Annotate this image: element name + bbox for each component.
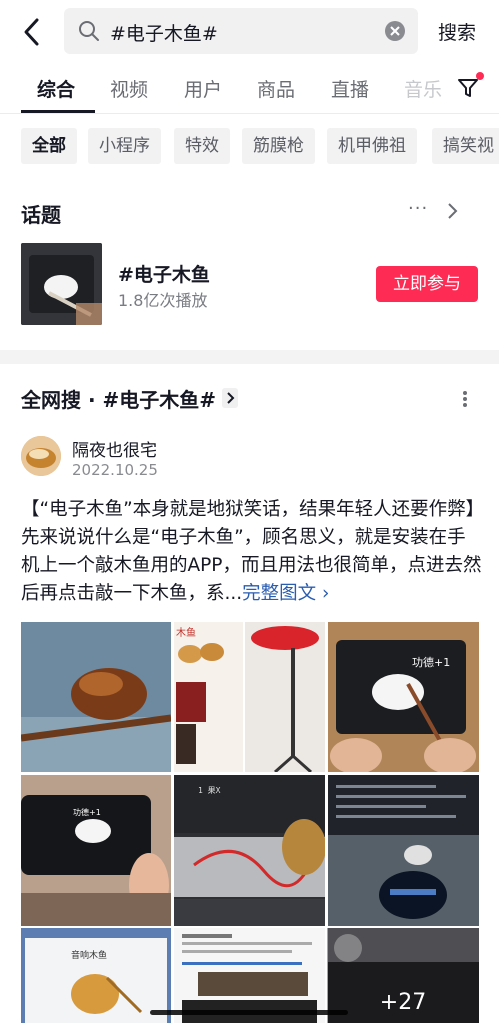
wooden-fish-product-photo: 木鱼 (174, 622, 243, 772)
web-search-title[interactable]: 全网搜 · #电子木鱼# (21, 384, 216, 413)
grid-image-5[interactable]: 功德+1 (21, 775, 171, 926)
more-icon[interactable]: ··· (408, 198, 428, 219)
chip-massage-gun[interactable]: 筋膜枪 (242, 128, 315, 164)
merit-count-text: 1 果X (198, 786, 221, 795)
tab-music[interactable]: 音乐 (404, 75, 442, 102)
tab-live[interactable]: 直播 (331, 75, 369, 102)
article-summary[interactable]: 【“电子木鱼”本身就是地狱笑话，结果年轻人还要作弊】先来说说什么是“电子木鱼”，… (21, 496, 483, 608)
tab-video[interactable]: 视频 (110, 75, 148, 102)
vertical-more-icon[interactable] (462, 390, 468, 408)
post-date: 2022.10.25 (72, 461, 158, 479)
author-name[interactable]: 隔夜也很宅 (72, 436, 157, 461)
chevron-right-icon[interactable] (446, 201, 458, 221)
filter-chips: 全部 小程序 特效 筋膜枪 机甲佛祖 搞笑视 (0, 128, 499, 166)
article-screenshot-photo (174, 928, 325, 1023)
search-button[interactable]: 搜索 (438, 18, 476, 45)
chip-effects[interactable]: 特效 (174, 128, 230, 164)
clear-icon[interactable] (384, 20, 406, 42)
tab-products[interactable]: 商品 (257, 75, 295, 102)
filter-button[interactable] (456, 72, 484, 100)
chevron-right-icon[interactable] (222, 388, 238, 408)
wooden-fish-photo (21, 622, 171, 772)
filter-icon (458, 79, 478, 97)
search-query-text: #电子木鱼# (110, 23, 218, 45)
full-article-link-label: 完整图文 (242, 583, 317, 604)
back-arrow-icon[interactable] (18, 16, 46, 48)
chip-all[interactable]: 全部 (21, 128, 77, 164)
wood-fish-label: 木鱼 (176, 626, 196, 639)
merit-small-text: 功德+1 (73, 807, 101, 817)
chip-funny-video[interactable]: 搞笑视 (432, 128, 499, 164)
search-icon (79, 21, 99, 41)
notification-dot (476, 72, 484, 80)
merit-plus-one-text: 功德+1 (412, 655, 450, 669)
red-drum-photo (245, 622, 325, 772)
more-images-count: +27 (379, 990, 427, 1015)
grid-image-7[interactable] (328, 775, 479, 926)
join-topic-button[interactable]: 立即参与 (376, 266, 478, 302)
terminal-device-photo (328, 775, 479, 926)
topic-plays: 1.8亿次播放 (118, 291, 208, 310)
home-indicator (150, 1010, 348, 1015)
section-divider (0, 350, 499, 364)
avatar[interactable] (21, 436, 61, 476)
search-input[interactable]: #电子木鱼# (64, 8, 418, 54)
grid-image-9[interactable] (174, 928, 325, 1023)
topic-section-title: 话题 (21, 203, 61, 227)
tab-comprehensive[interactable]: 综合 (37, 75, 75, 102)
grid-image-6[interactable]: 1 果X (174, 775, 325, 926)
full-article-link[interactable]: 完整图文 › (242, 583, 329, 604)
tab-users[interactable]: 用户 (184, 75, 222, 102)
more-images-overlay[interactable]: +27 (327, 928, 479, 1023)
wood-fish-image (21, 243, 102, 325)
avatar-image (21, 436, 61, 476)
electronic-wood-fish-text: 音响木鱼 (71, 949, 107, 961)
grid-image-3[interactable] (245, 622, 325, 772)
chip-mecha-buddha[interactable]: 机甲佛祖 (327, 128, 417, 164)
grid-image-1[interactable] (21, 622, 171, 772)
desktop-wood-fish-app-photo: 音响木鱼 (21, 928, 171, 1023)
phone-wood-fish-app-photo: 功德+1 (21, 775, 171, 926)
grid-image-8[interactable]: 音响木鱼 (21, 928, 171, 1023)
topic-name[interactable]: #电子木鱼 (118, 260, 210, 287)
grid-image-4[interactable]: 功德+1 (328, 622, 479, 772)
result-tabs: 综合 视频 用户 商品 直播 音乐 (0, 64, 499, 114)
search-header: #电子木鱼# 搜索 (0, 0, 499, 64)
topic-thumbnail[interactable] (21, 243, 102, 325)
active-tab-indicator (21, 110, 95, 113)
laptop-keyboard-photo: 1 果X (174, 775, 325, 926)
grid-image-2[interactable]: 木鱼 (174, 622, 243, 772)
tablet-wood-fish-app-photo: 功德+1 (328, 622, 479, 772)
chip-mini-program[interactable]: 小程序 (88, 128, 161, 164)
